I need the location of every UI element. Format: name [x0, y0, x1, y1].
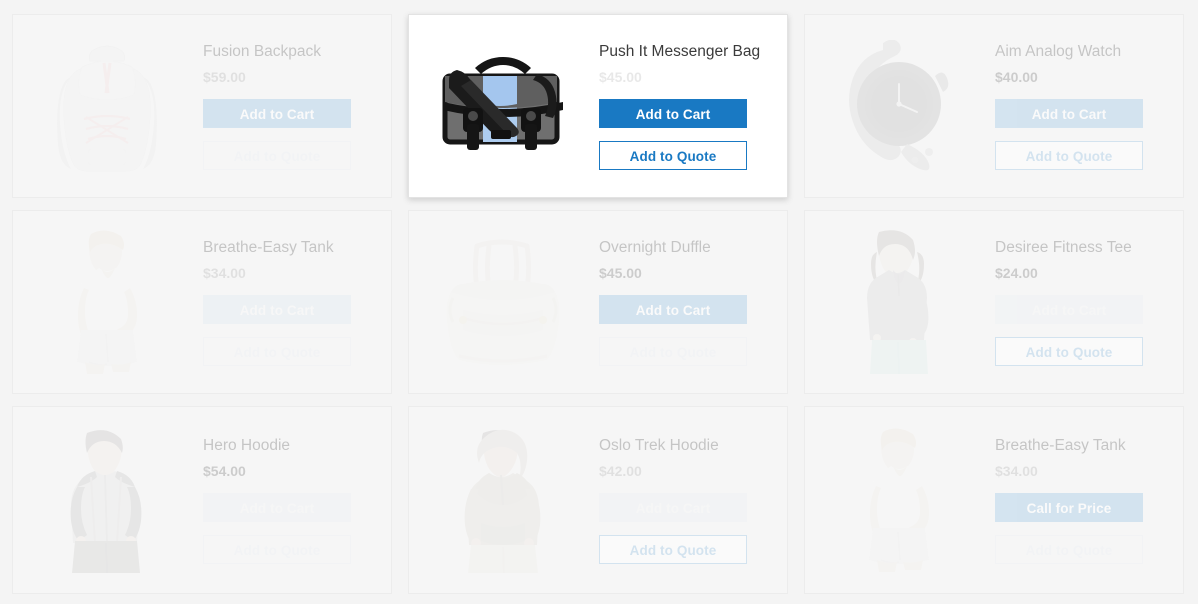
- product-image-hero-hoodie-image[interactable]: [13, 407, 201, 593]
- add-to-cart-button[interactable]: Add to Cart: [599, 98, 747, 128]
- add-to-cart-button[interactable]: Add to Cart: [203, 492, 351, 522]
- add-to-quote-button[interactable]: Add to Quote: [995, 336, 1143, 366]
- product-name[interactable]: Hero Hoodie: [203, 437, 373, 455]
- add-to-quote-button[interactable]: Add to Quote: [203, 140, 351, 170]
- product-name[interactable]: Oslo Trek Hoodie: [599, 437, 769, 455]
- add-to-quote-button[interactable]: Add to Quote: [203, 336, 351, 366]
- add-to-quote-button[interactable]: Add to Quote: [599, 336, 747, 366]
- hero-hoodie-image: [70, 430, 142, 573]
- product-card[interactable]: Oslo Trek Hoodie $42.00 Add to Cart Add to …: [408, 406, 788, 594]
- add-to-quote-button[interactable]: Add to Quote: [599, 534, 747, 564]
- product-name[interactable]: Overnight Duffle: [599, 239, 769, 257]
- product-image-backpack-image[interactable]: [13, 15, 201, 197]
- product-card[interactable]: Aim Analog Watch $40.00 Add to Cart Add to …: [804, 14, 1184, 198]
- product-info: Aim Analog Watch $40.00 Add to Cart Add to …: [993, 15, 1183, 197]
- product-name[interactable]: Breathe-Easy Tank: [995, 437, 1165, 455]
- add-to-quote-button[interactable]: Add to Quote: [203, 534, 351, 564]
- add-to-cart-button[interactable]: Add to Cart: [995, 294, 1143, 324]
- product-card[interactable]: Breathe-Easy Tank $34.00 Add to Cart Add to…: [12, 210, 392, 394]
- product-card[interactable]: Fusion Backpack $59.00 Add to Cart Add to Q…: [12, 14, 392, 198]
- product-info: Overnight Duffle $45.00 Add to Cart Add to …: [597, 211, 787, 393]
- product-card[interactable]: Desiree Fitness Tee $24.00 Add to Cart Add …: [804, 210, 1184, 394]
- product-name[interactable]: Fusion Backpack: [203, 43, 373, 61]
- product-grid: Fusion Backpack $59.00 Add to Cart Add to Q…: [0, 0, 1198, 604]
- product-name[interactable]: Breathe-Easy Tank: [203, 239, 373, 257]
- product-info: Desiree Fitness Tee $24.00 Add to Cart Add …: [993, 211, 1183, 393]
- duffle-image: [446, 239, 560, 365]
- product-info: Oslo Trek Hoodie $42.00 Add to Cart Add to …: [597, 407, 787, 593]
- product-info: Breathe-Easy Tank $34.00 Add to Cart Add to…: [201, 211, 391, 393]
- add-to-cart-button[interactable]: Add to Cart: [203, 98, 351, 128]
- product-price: $45.00: [599, 68, 642, 85]
- add-to-cart-button[interactable]: Add to Cart: [599, 294, 747, 324]
- product-info: Push It Messenger Bag $45.00 Add to Cart Ad…: [597, 15, 787, 197]
- product-price: $34.00: [995, 462, 1038, 479]
- fitness-tee-image: [867, 230, 929, 374]
- backpack-image: [57, 45, 157, 172]
- product-price: $59.00: [203, 68, 246, 85]
- product-price: $40.00: [995, 68, 1038, 85]
- oslo-hoodie-image: [464, 429, 541, 573]
- product-name[interactable]: Aim Analog Watch: [995, 43, 1165, 61]
- product-image-tank-woman-image[interactable]: [13, 211, 201, 393]
- add-to-cart-button[interactable]: Add to Cart: [203, 294, 351, 324]
- product-info: Hero Hoodie $54.00 Add to Cart Add to Quote: [201, 407, 391, 593]
- call-for-price-button[interactable]: Call for Price: [995, 492, 1143, 522]
- product-name[interactable]: Push It Messenger Bag: [599, 43, 769, 61]
- product-card[interactable]: Breathe-Easy Tank $34.00 Call for Price Add…: [804, 406, 1184, 594]
- product-price: $42.00: [599, 462, 642, 479]
- tank-woman-image: [77, 230, 138, 374]
- add-to-quote-button[interactable]: Add to Quote: [599, 140, 747, 170]
- product-info: Fusion Backpack $59.00 Add to Cart Add to Q…: [201, 15, 391, 197]
- product-price: $24.00: [995, 264, 1038, 281]
- product-price: $54.00: [203, 462, 246, 479]
- product-card[interactable]: Overnight Duffle $45.00 Add to Cart Add to …: [408, 210, 788, 394]
- watch-image: [849, 40, 949, 171]
- product-info: Breathe-Easy Tank $34.00 Call for Price Add…: [993, 407, 1183, 593]
- product-price: $34.00: [203, 264, 246, 281]
- product-image-watch-image[interactable]: [805, 15, 993, 197]
- messenger-bag-image: [442, 57, 563, 150]
- product-image-messenger-bag-image[interactable]: [409, 15, 597, 197]
- add-to-quote-button[interactable]: Add to Quote: [995, 140, 1143, 170]
- product-image-tank-woman-image[interactable]: [805, 407, 993, 593]
- add-to-cart-button[interactable]: Add to Cart: [995, 98, 1143, 128]
- product-image-duffle-image[interactable]: [409, 211, 597, 393]
- product-name[interactable]: Desiree Fitness Tee: [995, 239, 1165, 257]
- product-price: $45.00: [599, 264, 642, 281]
- product-card[interactable]: Hero Hoodie $54.00 Add to Cart Add to Quote: [12, 406, 392, 594]
- add-to-cart-button[interactable]: Add to Cart: [599, 492, 747, 522]
- add-to-quote-button[interactable]: Add to Quote: [995, 534, 1143, 564]
- product-card[interactable]: Push It Messenger Bag $45.00 Add to Cart Ad…: [408, 14, 788, 198]
- product-image-oslo-hoodie-image[interactable]: [409, 407, 597, 593]
- tank-woman-image: [869, 428, 930, 572]
- product-image-fitness-tee-image[interactable]: [805, 211, 993, 393]
